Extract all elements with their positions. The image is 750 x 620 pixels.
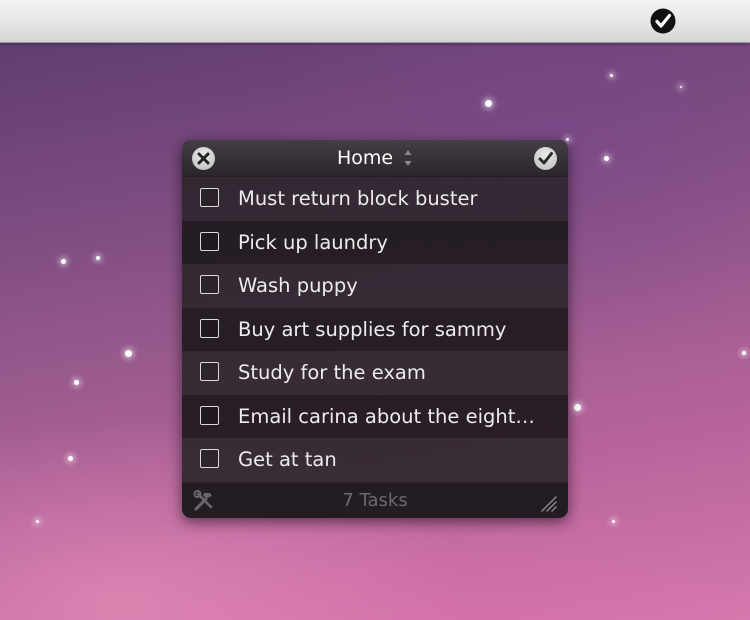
star [574, 404, 581, 411]
task-item[interactable]: Get at tan [182, 438, 568, 482]
star [68, 456, 73, 461]
star [610, 74, 613, 77]
list-title[interactable]: Home [337, 140, 393, 176]
checkmark-icon[interactable] [534, 147, 557, 170]
task-list: Must return block buster Pick up laundry… [182, 177, 568, 482]
task-checkbox[interactable] [200, 362, 219, 381]
star [485, 100, 492, 107]
star [680, 86, 682, 88]
star [742, 351, 746, 355]
task-item[interactable]: Study for the exam [182, 351, 568, 395]
task-count: 7 Tasks [342, 490, 408, 511]
task-label: Get at tan [238, 448, 337, 471]
star [61, 259, 66, 264]
star [36, 520, 39, 523]
menubar [0, 0, 750, 43]
star [612, 520, 615, 523]
task-label: Wash puppy [238, 274, 358, 297]
task-checkbox[interactable] [200, 318, 219, 338]
task-label: Buy art supplies for sammy [238, 317, 507, 341]
up-down-arrows-icon[interactable] [403, 140, 413, 176]
task-label: Study for the exam [238, 361, 426, 384]
task-checkbox[interactable] [200, 188, 219, 207]
task-item[interactable]: Wash puppy [182, 264, 568, 308]
star [74, 380, 79, 385]
task-list-panel: Home Must return block buster Pick up la… [182, 140, 568, 518]
close-icon[interactable] [192, 147, 215, 170]
task-item[interactable]: Pick up laundry [182, 220, 568, 264]
star [604, 156, 609, 161]
task-label: Email carina about the eight… [238, 404, 535, 428]
task-checkbox[interactable] [200, 275, 219, 294]
star [96, 256, 100, 260]
task-checkbox[interactable] [200, 405, 219, 425]
task-checkbox[interactable] [200, 449, 219, 468]
task-item[interactable]: Email carina about the eight… [182, 394, 568, 438]
task-label: Must return block buster [238, 187, 478, 210]
task-item[interactable]: Must return block buster [182, 177, 568, 221]
task-label: Pick up laundry [238, 230, 388, 254]
star [125, 350, 132, 357]
task-checkbox[interactable] [200, 231, 219, 251]
checkmark-circle-icon[interactable] [650, 8, 676, 34]
panel-footer: 7 Tasks [182, 483, 568, 518]
resize-grip-icon[interactable] [538, 493, 558, 513]
hammer-wrench-icon[interactable] [192, 489, 216, 513]
panel-titlebar[interactable]: Home [182, 140, 568, 177]
task-item[interactable]: Buy art supplies for sammy [182, 307, 568, 351]
